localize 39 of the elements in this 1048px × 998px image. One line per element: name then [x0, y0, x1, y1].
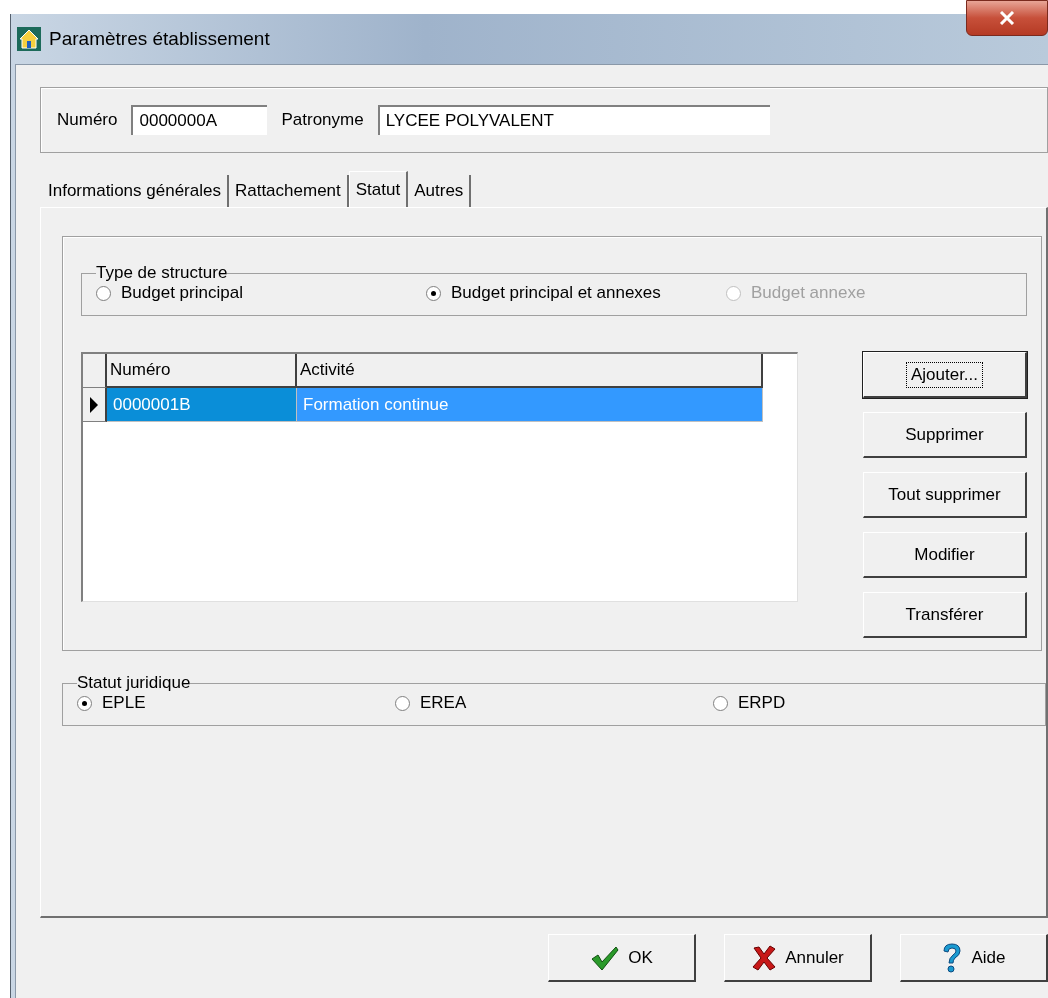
radio-label: EREA: [420, 693, 467, 713]
action-button[interactable]: Tout supprimer: [863, 472, 1027, 518]
radio-button[interactable]: [713, 695, 728, 711]
radio-button[interactable]: [395, 695, 410, 711]
column-header[interactable]: Activité: [297, 354, 763, 388]
group-title: Statut juridique: [77, 673, 191, 693]
column-header[interactable]: Numéro: [107, 354, 297, 388]
field-label: Numéro: [57, 110, 118, 130]
radio-label: Budget annexe: [751, 283, 866, 303]
cross-icon: [751, 944, 778, 971]
radio-button[interactable]: [426, 285, 441, 301]
window-title: Paramètres établissement: [49, 28, 270, 50]
action-button[interactable]: Transférer: [863, 592, 1027, 638]
radio-button[interactable]: [77, 695, 92, 711]
ok-button[interactable]: OK: [548, 934, 696, 982]
row-pointer-icon: [89, 395, 99, 414]
action-button[interactable]: Modifier: [863, 532, 1027, 578]
radio-label: Budget principal et annexes: [451, 283, 661, 303]
cancel-button[interactable]: Annuler: [724, 934, 872, 982]
action-button[interactable]: Supprimer: [863, 412, 1027, 458]
house-icon: [17, 27, 41, 51]
row-indicator[interactable]: [83, 388, 107, 422]
checkmark-icon: [590, 944, 621, 971]
grid-corner-header: [83, 354, 107, 388]
tab[interactable]: Statut: [348, 171, 409, 207]
table-cell[interactable]: 0000001B: [107, 388, 297, 422]
question-mark-icon: [941, 941, 964, 974]
group-title: Type de structure: [96, 263, 228, 283]
close-button[interactable]: [966, 0, 1048, 36]
radio-label: EPLE: [102, 693, 146, 713]
help-button[interactable]: Aide: [900, 934, 1048, 982]
radio-button[interactable]: [96, 285, 111, 301]
name-field[interactable]: LYCEE POLYVALENT: [377, 105, 770, 135]
action-button[interactable]: Ajouter...: [863, 352, 1027, 398]
radio-label: Budget principal: [121, 283, 243, 303]
close-icon: [999, 11, 1015, 25]
radio-label: ERPD: [738, 693, 786, 713]
number-field[interactable]: 0000000A: [131, 105, 268, 135]
field-label: Patronyme: [281, 110, 364, 130]
